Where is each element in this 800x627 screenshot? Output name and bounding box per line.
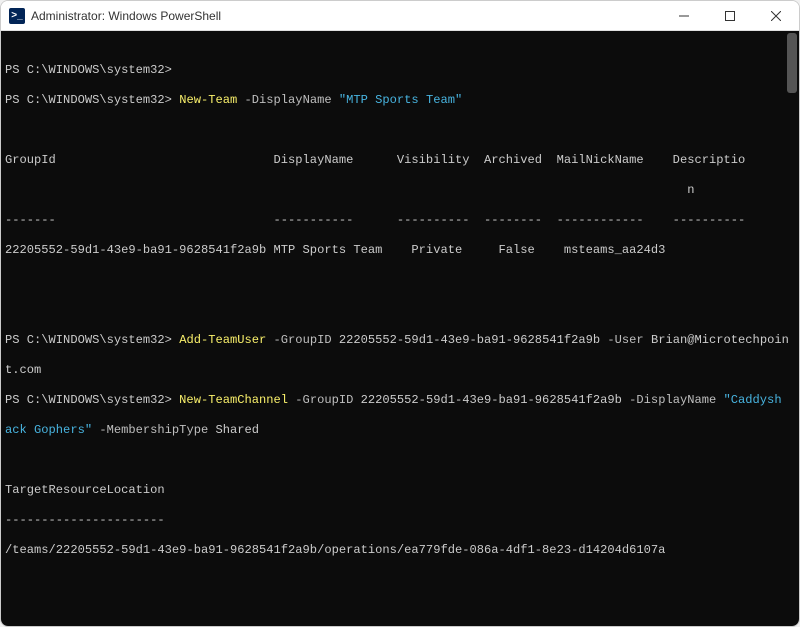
cmdlet: New-TeamChannel	[172, 393, 288, 407]
output-header: TargetResourceLocation	[5, 483, 795, 498]
param: -DisplayName	[237, 93, 339, 107]
arg: Shared	[215, 423, 259, 437]
param: -User	[600, 333, 651, 347]
arg: 22205552-59d1-43e9-ba91-9628541f2a9b	[339, 333, 600, 347]
powershell-icon: >_	[9, 8, 25, 24]
arg: 22205552-59d1-43e9-ba91-9628541f2a9b	[361, 393, 622, 407]
param: -GroupID	[266, 333, 339, 347]
prompt: PS C:\WINDOWS\system32>	[5, 63, 172, 77]
param: -DisplayName	[622, 393, 724, 407]
scrollbar-thumb[interactable]	[787, 33, 797, 93]
string-arg: "Caddysh	[724, 393, 782, 407]
output-sep: ----------------------	[5, 513, 795, 528]
cmdlet: New-Team	[179, 93, 237, 107]
window-controls	[661, 1, 799, 31]
window-title: Administrator: Windows PowerShell	[31, 9, 221, 23]
minimize-button[interactable]	[661, 1, 707, 31]
output-header: GroupId DisplayName Visibility Archived …	[5, 153, 795, 168]
cmdlet: Add-TeamUser	[179, 333, 266, 347]
prompt: PS C:\WINDOWS\system32>	[5, 93, 172, 107]
powershell-window: >_ Administrator: Windows PowerShell PS …	[0, 0, 800, 627]
titlebar-left: >_ Administrator: Windows PowerShell	[9, 8, 221, 24]
terminal-area[interactable]: PS C:\WINDOWS\system32> PS C:\WINDOWS\sy…	[1, 31, 799, 626]
titlebar[interactable]: >_ Administrator: Windows PowerShell	[1, 1, 799, 31]
prompt: PS C:\WINDOWS\system32>	[5, 333, 172, 347]
close-button[interactable]	[753, 1, 799, 31]
param: -GroupID	[288, 393, 361, 407]
arg: Brian@Microtechpoin	[651, 333, 789, 347]
output-sep: ------- ----------- ---------- -------- …	[5, 213, 795, 228]
param: -MembershipType	[92, 423, 215, 437]
output-row: 22205552-59d1-43e9-ba91-9628541f2a9b MTP…	[5, 243, 795, 258]
maximize-button[interactable]	[707, 1, 753, 31]
output-row: /teams/22205552-59d1-43e9-ba91-9628541f2…	[5, 543, 795, 558]
prompt: PS C:\WINDOWS\system32>	[5, 393, 172, 407]
arg-cont: t.com	[5, 363, 795, 378]
string-arg: "MTP Sports Team"	[339, 93, 462, 107]
output-header: n	[5, 183, 795, 198]
string-arg: ack Gophers"	[5, 423, 92, 437]
